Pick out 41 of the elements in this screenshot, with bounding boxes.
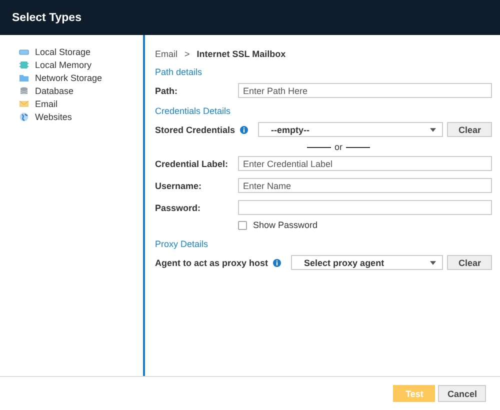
window-title: Select Types xyxy=(12,12,82,24)
database-icon xyxy=(19,86,29,96)
separator-text: or xyxy=(334,142,342,152)
sidebar-item[interactable]: Network Storage xyxy=(19,71,143,84)
globe-icon xyxy=(19,112,29,122)
section-heading: Credentials Details xyxy=(155,106,232,116)
sidebar-item[interactable]: Local Memory xyxy=(19,58,143,71)
breadcrumb-current: Internet SSL Mailbox xyxy=(196,49,286,59)
info-icon[interactable] xyxy=(273,258,282,266)
input-field[interactable]: Enter Path Here xyxy=(238,83,492,98)
field-label: Credential Label: xyxy=(155,158,228,168)
section-heading: Proxy Details xyxy=(155,239,210,249)
clear-button[interactable]: Clear xyxy=(447,122,492,137)
clear-button[interactable]: Clear xyxy=(447,255,492,270)
breadcrumb-separator: > xyxy=(184,49,190,59)
section-heading: Path details xyxy=(155,67,204,77)
breadcrumb-link[interactable]: Email xyxy=(155,49,178,59)
caret-icon xyxy=(430,128,436,132)
chip-icon xyxy=(19,60,29,70)
info-icon[interactable] xyxy=(240,126,248,134)
input-field[interactable]: Enter Credential Label xyxy=(238,156,492,171)
sidebar-item[interactable]: Websites xyxy=(19,110,143,123)
dropdown[interactable]: Select proxy agent xyxy=(291,255,444,270)
field-label: Password: xyxy=(155,202,201,212)
input-field[interactable]: Enter Name xyxy=(238,178,492,193)
field-label: Path: xyxy=(155,86,178,96)
sidebar-item[interactable]: Email xyxy=(19,97,143,110)
sidebar-item[interactable]: Local Storage xyxy=(19,45,143,58)
drive-icon xyxy=(19,46,29,56)
checkbox-label: Show Password xyxy=(253,220,318,230)
field-label: Username: xyxy=(155,180,202,190)
folder-icon xyxy=(19,72,29,82)
field-label: Stored Credentials xyxy=(155,124,236,134)
sidebar-item[interactable]: Database xyxy=(19,84,143,97)
input-field[interactable] xyxy=(238,200,492,215)
dropdown[interactable]: --empty-- xyxy=(258,122,444,137)
field-label: Agent to act as proxy host xyxy=(155,258,268,268)
checkbox[interactable] xyxy=(238,220,247,230)
caret-icon xyxy=(430,260,436,264)
envelope-icon xyxy=(19,98,29,108)
cancel-button[interactable]: Cancel xyxy=(438,385,486,402)
